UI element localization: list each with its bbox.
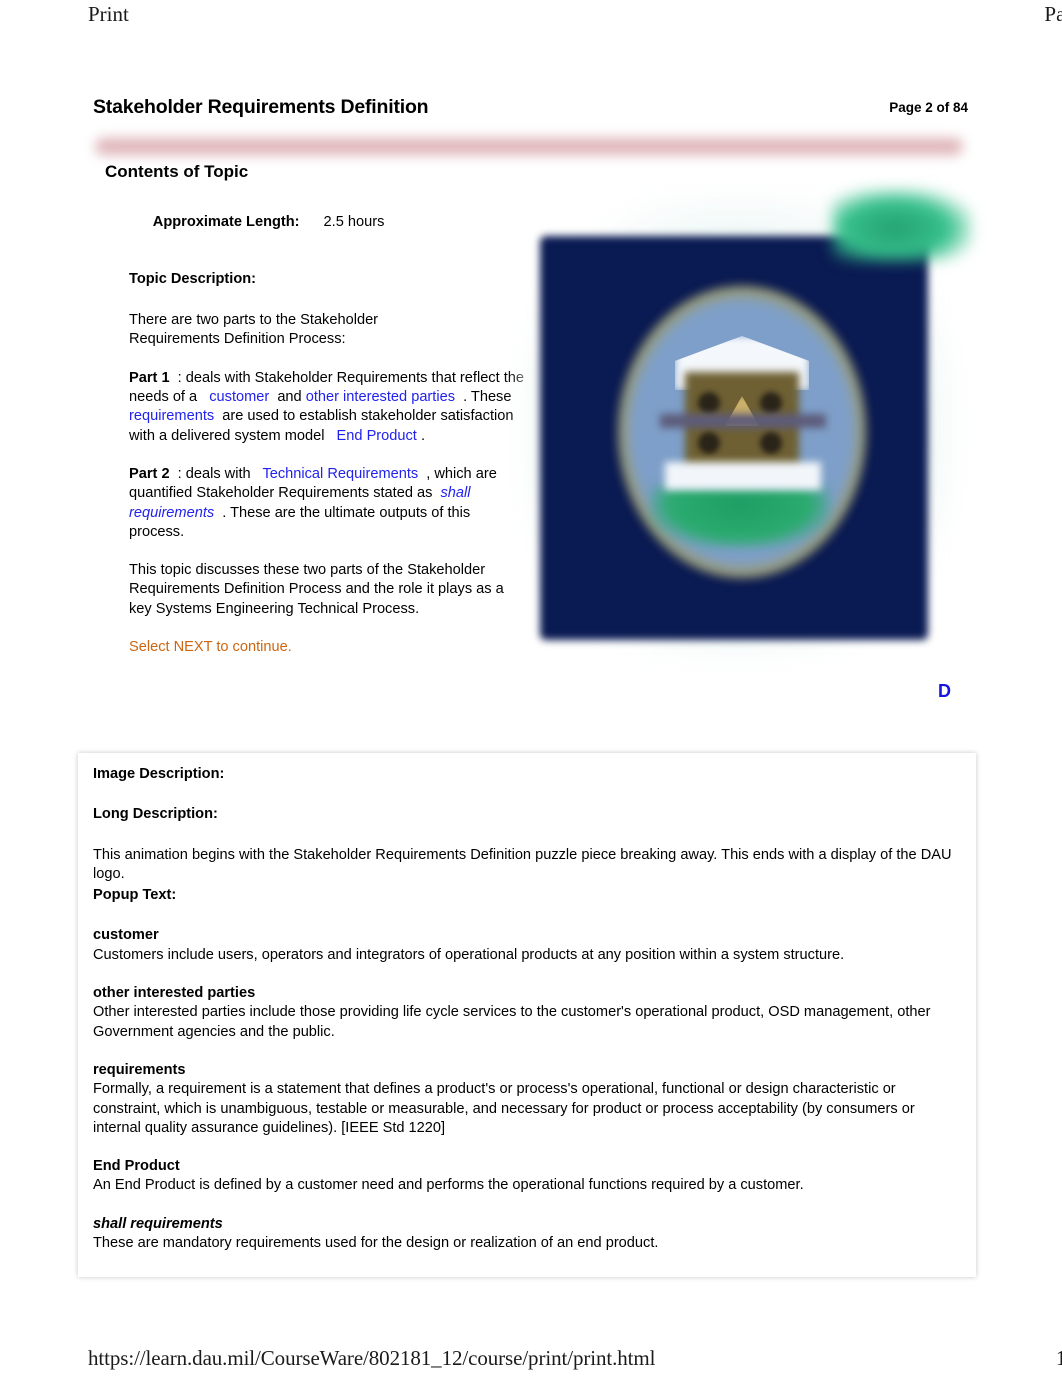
badge-letter-d: D [938, 681, 951, 701]
approximate-length-value: 2.5 hours [323, 214, 385, 231]
print-header-left-label: Print [88, 2, 129, 26]
popup-definition-shall-requirements: These are mandatory requirements used fo… [93, 1235, 659, 1252]
print-header: Print Page 2 of 88 [0, 2, 1062, 27]
slide-text-column: Approximate Length: 2.5 hours Topic Descr… [129, 194, 529, 657]
green-puzzle-piece [832, 189, 972, 261]
link-other-interested-parties[interactable]: other interested parties [306, 389, 455, 405]
slide-page-indicator: Page 2 of 84 [889, 100, 968, 115]
popup-term-entry: customer Customers include users, operat… [93, 926, 960, 965]
popup-term-entry: shall requirements These are mandatory r… [93, 1215, 960, 1254]
seal-green-field [650, 486, 830, 548]
popup-definition-other-interested-parties: Other interested parties include those p… [93, 1004, 931, 1040]
long-description-label: Long Description: [93, 806, 218, 823]
contents-of-topic-heading: Contents of Topic [105, 162, 249, 181]
seal-dot-1 [698, 392, 720, 414]
seal-temple-band [660, 414, 826, 428]
popup-definition-end-product: An End Product is defined by a customer … [93, 1177, 804, 1194]
dau-seal-image [520, 186, 972, 672]
intro-line-1: There are two parts to the Stakeholder [129, 312, 379, 329]
image-description-label: Image Description: [93, 766, 225, 782]
closing-paragraph: This topic discusses these two parts of … [129, 562, 504, 617]
intro-paragraph: There are two parts to the Stakeholder R… [129, 311, 529, 350]
link-customer[interactable]: customer [209, 389, 269, 405]
intro-line-2: Requirements Definition Process: [129, 331, 346, 348]
print-footer: https://learn.dau.mil/CourseWare/802181_… [0, 1346, 1062, 1371]
page-title: Stakeholder Requirements Definition [93, 96, 429, 118]
part1-paragraph: Part 1 : deals with Stakeholder Requirem… [129, 369, 529, 446]
description-panel-inner: Image Description: Long Description: Thi… [78, 753, 976, 1277]
popup-text-label: Popup Text: [93, 887, 177, 904]
link-end-product[interactable]: End Product [337, 428, 417, 444]
seal-dot-2 [760, 392, 782, 414]
popup-term-entry: other interested parties Other intereste… [93, 984, 960, 1042]
description-panel: Image Description: Long Description: Thi… [78, 753, 976, 1278]
seal-dot-4 [760, 432, 782, 454]
popup-term-requirements: requirements [93, 1061, 186, 1078]
part2-paragraph: Part 2 : deals with Technical Requiremen… [129, 465, 529, 542]
print-footer-date: 11/29/2011 [1055, 1346, 1062, 1370]
slide-panel: Stakeholder Requirements Definition Page… [78, 78, 984, 728]
part2-label: Part 2 [129, 465, 170, 482]
popup-term-entry: requirements Formally, a requirement is … [93, 1061, 960, 1138]
popup-term-customer: customer [93, 927, 159, 944]
link-requirements[interactable]: requirements [129, 408, 214, 424]
popup-term-end-product: End Product [93, 1158, 180, 1175]
part1-text-3: . These [463, 389, 512, 406]
popup-term-other-interested-parties: other interested parties [93, 985, 256, 1002]
part2-text-1: : deals with [177, 465, 251, 482]
seal-temple-base [665, 462, 821, 490]
part1-label: Part 1 [129, 369, 170, 386]
part1-text-5: . [420, 427, 425, 444]
print-header-page-indicator: Page 2 of 88 [1044, 2, 1062, 26]
popup-term-shall-requirements: shall requirements [93, 1215, 223, 1232]
part1-text-2: and [277, 389, 302, 406]
link-technical-requirements[interactable]: Technical Requirements [262, 466, 418, 482]
seal-dot-3 [698, 432, 720, 454]
popup-definition-customer: Customers include users, operators and i… [93, 946, 845, 963]
popup-term-entry: End Product An End Product is defined by… [93, 1157, 960, 1196]
popup-definition-requirements: Formally, a requirement is a statement t… [93, 1081, 915, 1136]
rose-divider-bar [95, 138, 963, 155]
approximate-length-row: Approximate Length: 2.5 hours [129, 194, 529, 252]
topic-description-label: Topic Description: [129, 270, 257, 287]
approximate-length-label: Approximate Length: [152, 214, 300, 231]
print-footer-url: https://learn.dau.mil/CourseWare/802181_… [88, 1346, 656, 1370]
select-next-cta: Select NEXT to continue. [129, 639, 292, 656]
long-description-text: This animation begins with the Stakehold… [93, 846, 952, 882]
